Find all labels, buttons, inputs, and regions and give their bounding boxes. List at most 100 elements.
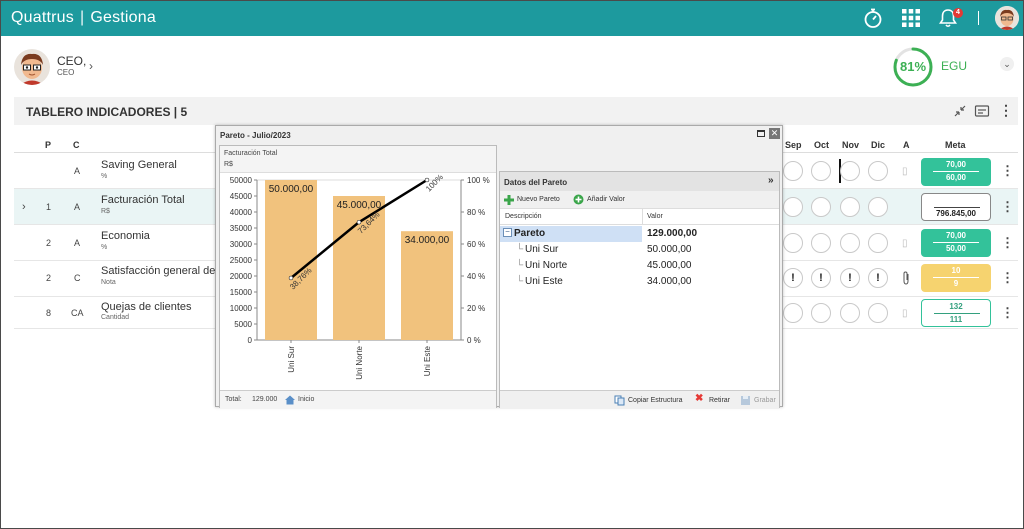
score-dropdown-icon[interactable]: ⌄ xyxy=(1000,57,1014,71)
row-menu-icon[interactable]: ⋮ xyxy=(1001,235,1014,251)
row-menu-icon[interactable]: ⋮ xyxy=(1001,270,1014,286)
attachment-icon[interactable]: ▯ xyxy=(902,238,908,249)
month-status-dic[interactable] xyxy=(868,303,888,323)
month-alert-dic[interactable]: ! xyxy=(868,268,888,288)
card-view-icon[interactable] xyxy=(974,103,990,119)
collapse-icon[interactable] xyxy=(952,103,968,119)
tree-row-item[interactable]: └ Uni Este 34.000,00 xyxy=(500,274,779,290)
apps-grid-icon[interactable] xyxy=(900,7,922,29)
maximize-icon[interactable] xyxy=(757,130,765,137)
month-status-oct[interactable] xyxy=(811,197,831,217)
meta-divider xyxy=(934,207,980,208)
month-status-nov[interactable] xyxy=(840,303,860,323)
root-value: 129.000,00 xyxy=(647,228,698,239)
brand[interactable]: Quattrus | Gestiona xyxy=(11,9,156,27)
row-c: CA xyxy=(71,308,84,318)
row-menu-icon[interactable]: ⋮ xyxy=(1001,199,1014,215)
meta-badge[interactable]: 10 9 xyxy=(921,264,991,292)
new-pareto-button[interactable]: Nuevo Pareto xyxy=(517,196,560,203)
month-status-sep[interactable] xyxy=(783,197,803,217)
timer-icon[interactable] xyxy=(862,7,884,29)
meta-badge[interactable]: 70,00 60,00 xyxy=(921,158,991,186)
month-alert-nov[interactable]: ! xyxy=(840,268,860,288)
tree-row-root[interactable]: − Pareto 129.000,00 xyxy=(500,226,779,242)
chart-unit: R$ xyxy=(224,161,233,168)
header-p[interactable]: P xyxy=(45,140,51,150)
expand-right-icon[interactable]: » xyxy=(768,175,774,186)
indicator-name[interactable]: Satisfacción general de cl xyxy=(101,265,226,277)
app-window: Quattrus | Gestiona 4 CEO, CEO › 81% EGU… xyxy=(0,0,1024,529)
month-status-oct[interactable] xyxy=(811,303,831,323)
month-status-oct[interactable] xyxy=(811,161,831,181)
month-status-nov[interactable] xyxy=(840,161,860,181)
meta-value-top: 132 xyxy=(949,302,963,311)
tree-row-item[interactable]: └ Uni Norte 45.000,00 xyxy=(500,258,779,274)
brand-separator: | xyxy=(79,9,85,26)
meta-value-bottom: 111 xyxy=(949,315,963,324)
month-status-nov[interactable] xyxy=(840,197,860,217)
home-link[interactable]: Inicio xyxy=(298,396,314,403)
copy-structure-button[interactable]: Copiar Estructura xyxy=(628,397,682,404)
home-icon[interactable] xyxy=(284,394,296,406)
indicator-name[interactable]: Facturación Total xyxy=(101,194,185,206)
user-role: CEO xyxy=(57,68,75,77)
month-status-sep[interactable] xyxy=(783,161,803,181)
month-alert-oct[interactable]: ! xyxy=(811,268,831,288)
score-percent: 81% xyxy=(899,59,927,74)
paperclip-icon[interactable] xyxy=(901,270,911,286)
row-menu-icon[interactable]: ⋮ xyxy=(1001,163,1014,179)
x-tick-label: Uni Sur xyxy=(287,346,296,373)
header-dic: Dic xyxy=(871,140,886,150)
y2-tick-label: 40 % xyxy=(467,272,485,281)
col-description: Descripción xyxy=(505,213,542,220)
plus-icon xyxy=(504,195,514,205)
header-c[interactable]: C xyxy=(73,140,80,150)
collapse-tree-icon[interactable]: − xyxy=(503,228,512,237)
user-avatar[interactable] xyxy=(14,49,50,85)
close-icon[interactable]: ✕ xyxy=(769,128,780,139)
header-meta: Meta xyxy=(945,140,966,150)
x-tick-label: Uni Norte xyxy=(355,345,364,379)
y-tick-label: 45000 xyxy=(230,192,253,201)
month-alert-sep[interactable]: ! xyxy=(783,268,803,288)
y-tick-label: 10000 xyxy=(230,304,253,313)
month-status-sep[interactable] xyxy=(783,233,803,253)
tree-row-item[interactable]: └ Uni Sur 50.000,00 xyxy=(500,242,779,258)
row-expand-icon[interactable]: › xyxy=(22,201,26,213)
meta-badge[interactable]: 796.845,00 xyxy=(921,193,991,221)
pareto-chart: 0 5000 10000 15000 20000 25000 30000 35000 40000… xyxy=(230,173,490,380)
add-value-button[interactable]: Añadir Valor xyxy=(587,196,625,203)
save-button[interactable]: Grabar xyxy=(754,397,776,404)
indicator-unit: % xyxy=(101,173,108,180)
tree-branch: └ xyxy=(516,260,524,271)
chart-header: Facturación Total R$ xyxy=(220,146,496,173)
section-menu-icon[interactable]: ⋮ xyxy=(999,102,1013,119)
y-tick-label: 50000 xyxy=(230,176,253,185)
chart-title: Facturación Total xyxy=(224,150,278,157)
attachment-icon[interactable]: ▯ xyxy=(902,308,908,319)
indicator-name[interactable]: Economia xyxy=(101,230,150,242)
month-status-dic[interactable] xyxy=(868,161,888,181)
remove-button[interactable]: Retirar xyxy=(709,397,730,404)
row-menu-icon[interactable]: ⋮ xyxy=(1001,305,1014,321)
row-c: A xyxy=(74,238,81,248)
month-status-oct[interactable] xyxy=(811,233,831,253)
topbar-divider xyxy=(978,11,979,25)
indicator-name[interactable]: Quejas de clientes xyxy=(101,301,192,313)
y2-tick-label: 80 % xyxy=(467,208,485,217)
indicator-unit: Cantidad xyxy=(101,314,130,321)
month-status-sep[interactable] xyxy=(783,303,803,323)
user-avatar-small[interactable] xyxy=(995,6,1019,30)
meta-badge[interactable]: 132 111 xyxy=(921,299,991,327)
brand-name: Quattrus xyxy=(11,9,74,26)
attachment-icon[interactable]: ▯ xyxy=(902,166,908,177)
add-circle-icon xyxy=(573,194,584,205)
month-status-nov[interactable] xyxy=(840,233,860,253)
user-chevron-icon[interactable]: › xyxy=(89,59,93,73)
month-status-dic[interactable] xyxy=(868,197,888,217)
data-panel-columns: Descripción Valor xyxy=(500,209,779,225)
indicator-name[interactable]: Saving General xyxy=(101,159,177,171)
meta-badge[interactable]: 70,00 50,00 xyxy=(921,229,991,257)
meta-value-bottom: 9 xyxy=(953,279,959,288)
month-status-dic[interactable] xyxy=(868,233,888,253)
